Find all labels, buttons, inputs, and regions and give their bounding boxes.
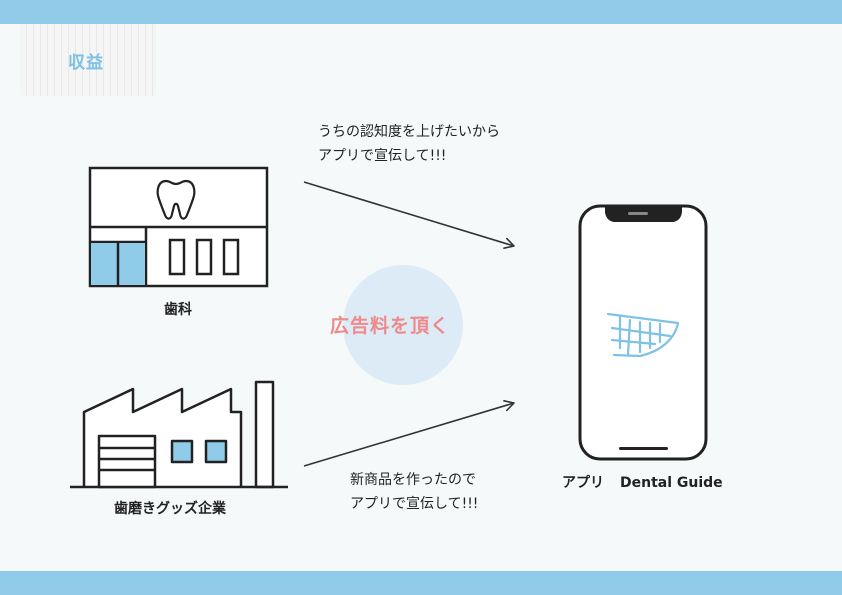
dental-clinic-icon	[88, 166, 269, 288]
app-label: アプリ Dental Guide	[562, 472, 723, 492]
clinic-message: うちの認知度を上げたいから アプリで宣伝して!!!	[318, 120, 500, 168]
ad-revenue-label: 広告料を頂く	[330, 315, 451, 337]
factory-icon	[70, 380, 288, 489]
clinic-message-line2: アプリで宣伝して!!!	[318, 148, 447, 164]
company-message: 新商品を作ったので アプリで宣伝して!!!	[350, 468, 478, 516]
clinic-message-line1: うちの認知度を上げたいから	[318, 124, 500, 140]
clinic-label: 歯科	[164, 302, 192, 318]
company-message-line2: アプリで宣伝して!!!	[350, 496, 479, 512]
app-label-name: Dental Guide	[620, 475, 723, 491]
app-label-prefix: アプリ	[562, 475, 604, 491]
company-label: 歯磨きグッズ企業	[114, 501, 226, 517]
company-message-line1: 新商品を作ったので	[350, 472, 476, 488]
arrow-clinic-to-app	[303, 181, 515, 249]
arrow-company-to-app	[303, 399, 515, 467]
